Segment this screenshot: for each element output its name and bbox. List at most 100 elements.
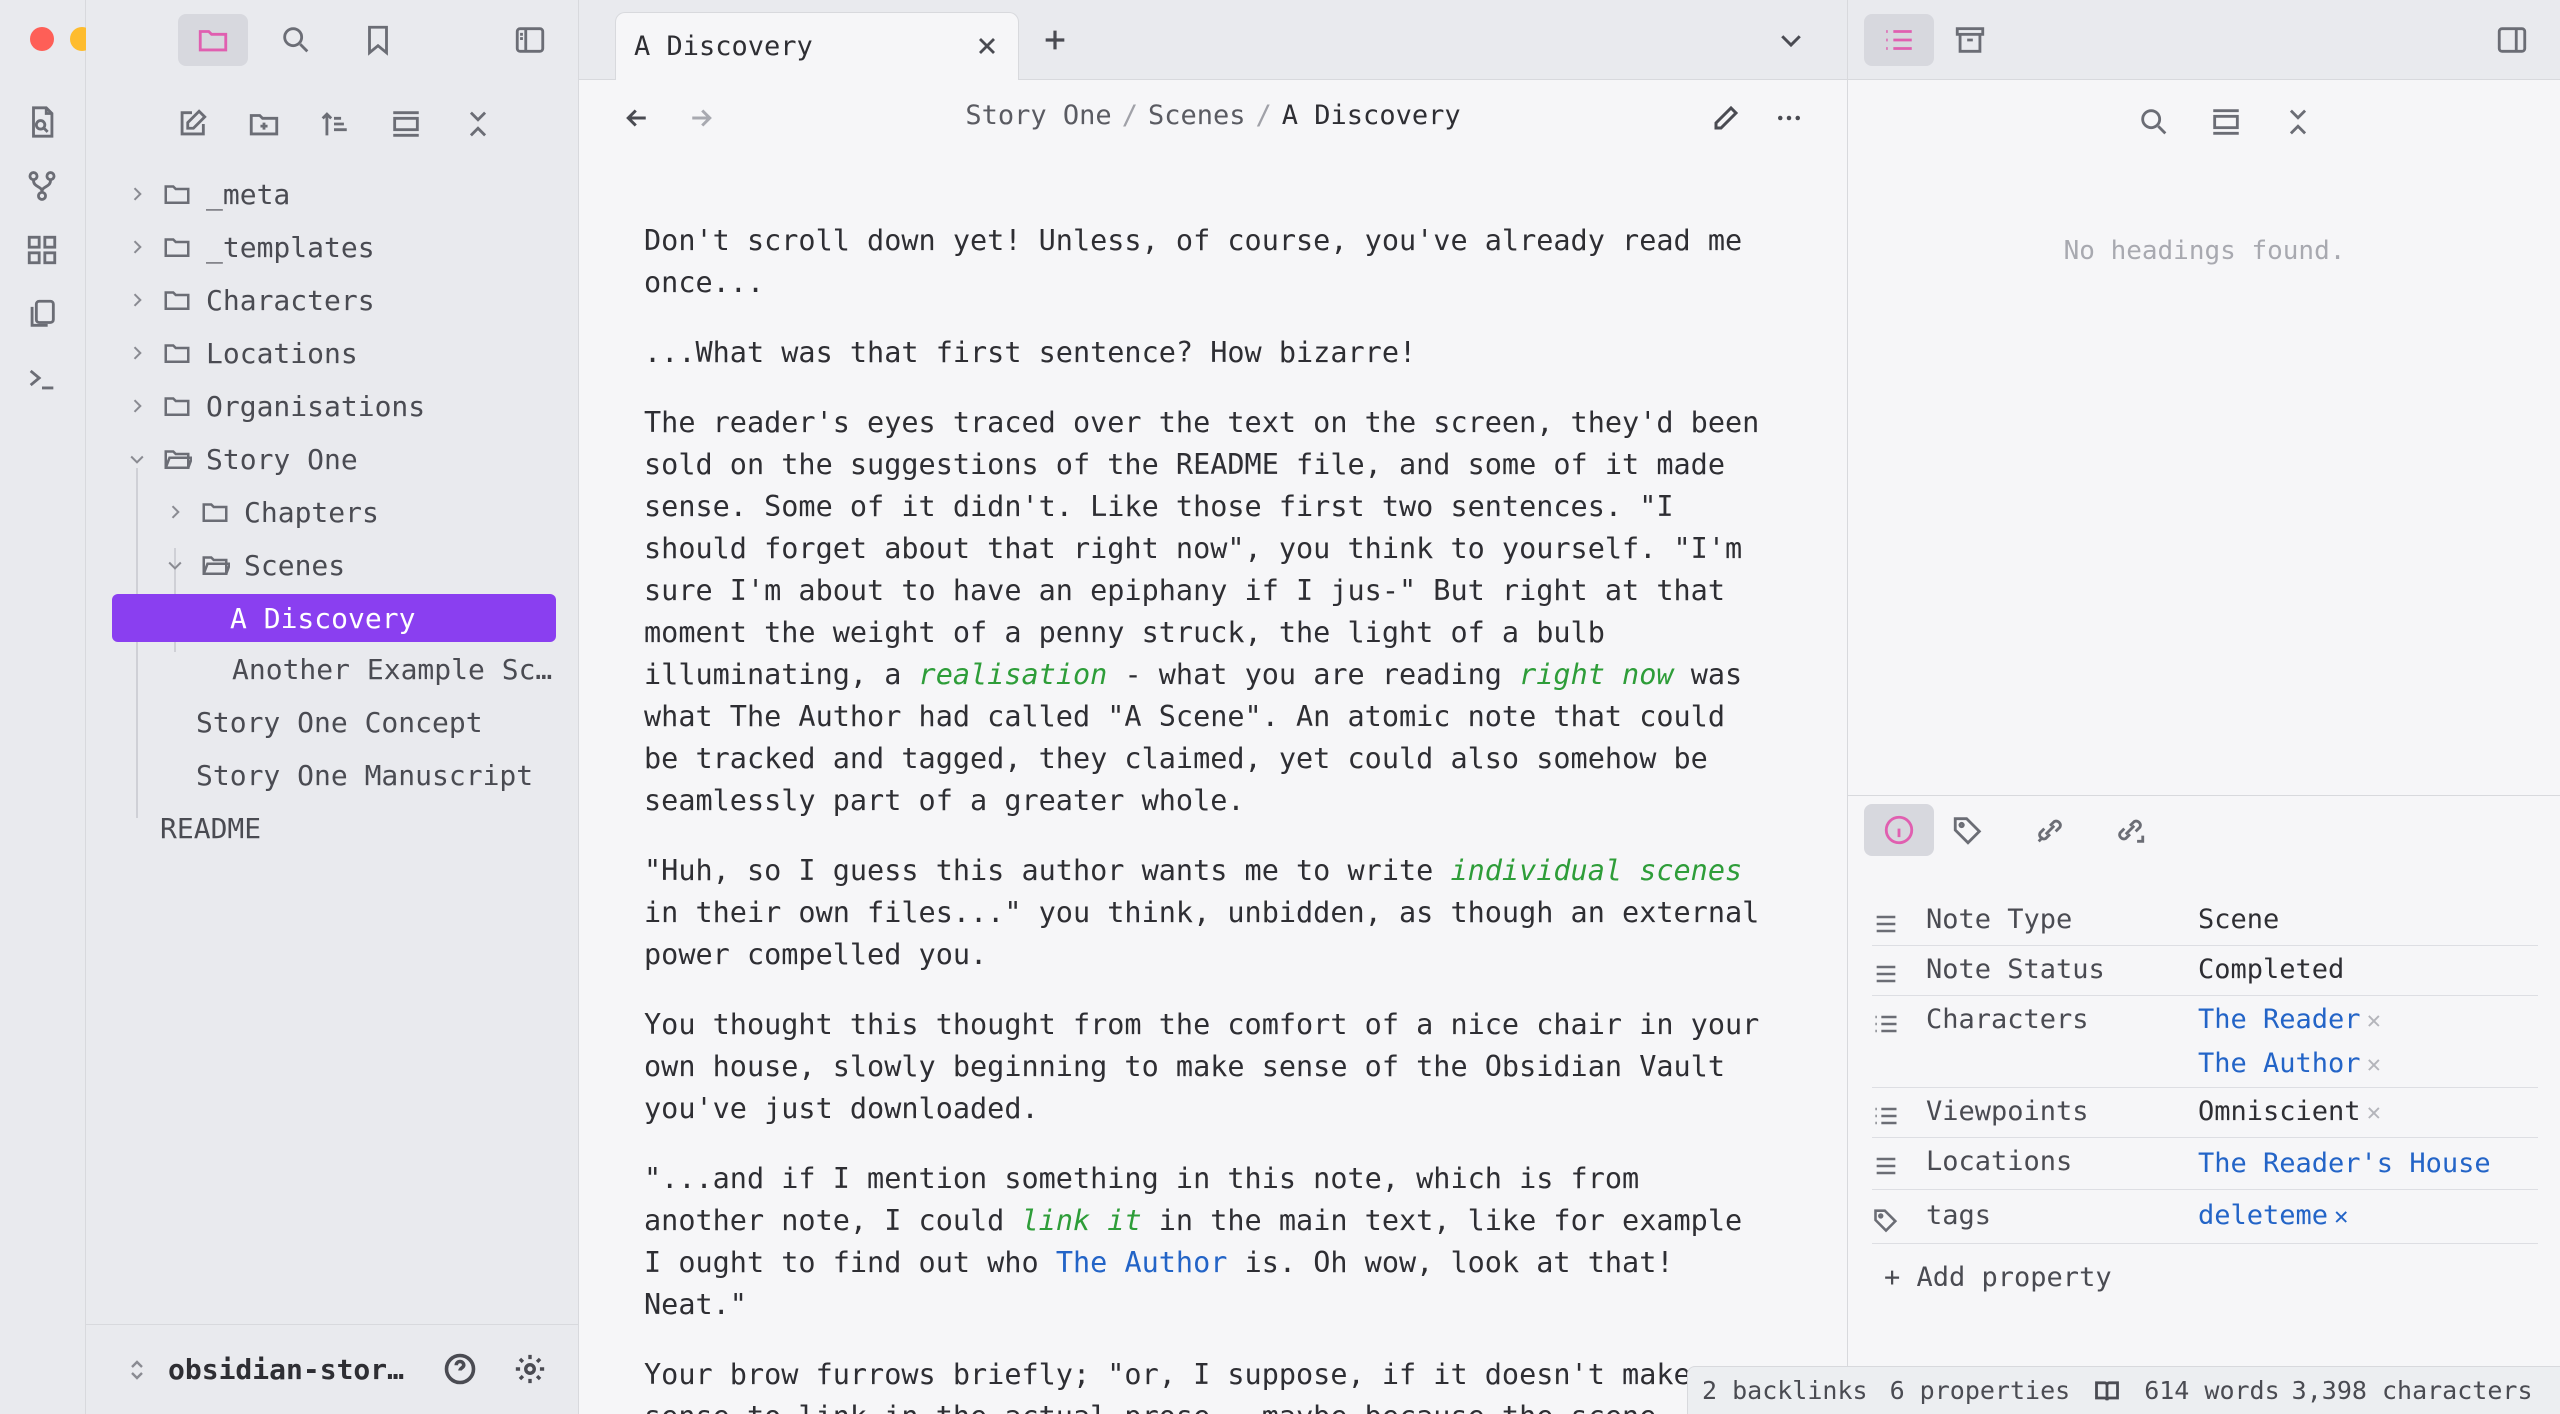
- tree-file-story-one-concept[interactable]: Story One Concept: [196, 700, 483, 744]
- backlinks-tab-button[interactable]: [2026, 806, 2074, 854]
- file-info-tab-button[interactable]: [1864, 804, 1934, 856]
- breadcrumb-separator: /: [1121, 100, 1138, 131]
- right-sidebar: No headings found. Note Type Scene Note …: [1847, 0, 2560, 1414]
- note-content[interactable]: Don't scroll down yet! Unless, of course…: [644, 220, 1774, 1414]
- property-key: Note Type: [1926, 904, 2073, 935]
- tree-file-a-discovery[interactable]: A Discovery: [112, 594, 556, 642]
- tree-folder-locations[interactable]: Locations: [126, 331, 358, 375]
- emphasis-text: right now: [1519, 658, 1674, 691]
- outline-search-button[interactable]: [2130, 98, 2178, 146]
- breadcrumb-item[interactable]: Story One: [965, 100, 1111, 131]
- outline-tab-button[interactable]: [1864, 14, 1934, 66]
- tree-folder-chapters[interactable]: Chapters: [164, 490, 379, 534]
- remove-value-icon[interactable]: ✕: [2367, 1050, 2381, 1078]
- edit-mode-button[interactable]: [1706, 98, 1746, 138]
- property-note-status[interactable]: Note Status Completed: [1872, 952, 2538, 996]
- files-tab-button[interactable]: [178, 14, 248, 66]
- breadcrumb-current[interactable]: A Discovery: [1282, 100, 1461, 131]
- value-text: Omniscient: [2198, 1096, 2361, 1127]
- property-characters[interactable]: Characters The Reader ✕ The Author ✕: [1872, 1002, 2538, 1088]
- text-property-icon: [1872, 960, 1902, 990]
- tree-file-readme[interactable]: README: [160, 806, 261, 850]
- tree-folder-characters[interactable]: Characters: [126, 278, 375, 322]
- new-folder-button[interactable]: [240, 100, 288, 148]
- property-value-link[interactable]: The Reader's House: [2198, 1148, 2491, 1179]
- bookmark-icon: [368, 25, 388, 56]
- editor-tab-bar: A Discovery: [579, 0, 1847, 80]
- auto-reveal-button[interactable]: [382, 100, 430, 148]
- property-value[interactable]: Omniscient ✕: [2198, 1096, 2381, 1127]
- tree-file-another-example-scene[interactable]: Another Example Sc…: [232, 647, 552, 691]
- backlinks-count[interactable]: 2 backlinks: [1702, 1376, 1868, 1405]
- text-run: - what you are reading: [1107, 658, 1520, 691]
- chevron-down-icon: [164, 554, 186, 576]
- tag-pill[interactable]: deleteme ✕: [2198, 1200, 2349, 1231]
- paragraph: Don't scroll down yet! Unless, of course…: [644, 224, 1743, 299]
- archive-tab-button[interactable]: [1946, 16, 1994, 64]
- collapse-all-icon: [469, 111, 487, 137]
- help-button[interactable]: [440, 1349, 480, 1389]
- property-viewpoints[interactable]: Viewpoints Omniscient ✕: [1872, 1094, 2538, 1138]
- tags-icon: [1953, 817, 1982, 845]
- sort-button[interactable]: [310, 100, 358, 148]
- add-property-button[interactable]: + Add property: [1884, 1262, 2112, 1293]
- tab-a-discovery[interactable]: A Discovery: [615, 12, 1019, 80]
- tree-item-label: Another Example Sc…: [232, 652, 553, 686]
- properties-count[interactable]: 6 properties: [1890, 1376, 2071, 1405]
- collapse-right-sidebar-button[interactable]: [2488, 16, 2536, 64]
- internal-link[interactable]: The Author: [1056, 1246, 1228, 1279]
- tree-item-label: Scenes: [244, 548, 346, 582]
- property-value[interactable]: Scene: [2198, 904, 2279, 935]
- open-quick-switcher-icon[interactable]: [22, 102, 62, 142]
- terminal-icon[interactable]: [22, 358, 62, 398]
- help-icon: [444, 1353, 476, 1385]
- outline-expand-button[interactable]: [2202, 98, 2250, 146]
- collapse-sidebar-button[interactable]: [506, 16, 554, 64]
- canvas-icon[interactable]: [22, 230, 62, 270]
- new-note-button[interactable]: [168, 100, 216, 148]
- reading-book-icon[interactable]: [2092, 1376, 2122, 1406]
- emphasis-text: link it: [1021, 1204, 1142, 1237]
- new-folder-icon: [249, 114, 279, 136]
- breadcrumb-item[interactable]: Scenes: [1148, 100, 1246, 131]
- status-bar: 2 backlinks 6 properties 614 words 3,398…: [1687, 1366, 2560, 1414]
- bookmarks-tab-button[interactable]: [354, 16, 402, 64]
- new-tab-button[interactable]: [1035, 20, 1075, 60]
- remove-value-icon[interactable]: ✕: [2367, 1098, 2381, 1126]
- collapse-all-button[interactable]: [454, 100, 502, 148]
- tree-folder-organisations[interactable]: Organisations: [126, 384, 425, 428]
- templates-icon[interactable]: [22, 294, 62, 334]
- property-value-link[interactable]: The Reader ✕: [2198, 1004, 2381, 1035]
- close-window-button[interactable]: [30, 27, 54, 51]
- remove-tag-icon[interactable]: ✕: [2334, 1202, 2348, 1230]
- tab-title: A Discovery: [634, 31, 813, 62]
- property-key: Viewpoints: [1926, 1096, 2089, 1127]
- tree-folder-story-one[interactable]: Story One: [126, 437, 358, 481]
- settings-button[interactable]: [510, 1349, 550, 1389]
- property-value-link[interactable]: The Author ✕: [2198, 1048, 2381, 1079]
- property-value[interactable]: Completed: [2198, 954, 2344, 985]
- property-locations[interactable]: Locations The Reader's House: [1872, 1144, 2538, 1190]
- vault-name[interactable]: obsidian-stor…: [168, 1353, 404, 1386]
- property-tags[interactable]: tags deleteme ✕: [1872, 1198, 2538, 1244]
- graph-view-icon[interactable]: [22, 166, 62, 206]
- tree-file-story-one-manuscript[interactable]: Story One Manuscript: [196, 753, 533, 797]
- tags-tab-button[interactable]: [1944, 806, 1992, 854]
- pencil-icon: [1714, 105, 1739, 130]
- search-tab-button[interactable]: [272, 16, 320, 64]
- tree-folder-templates[interactable]: _templates: [126, 225, 375, 269]
- tree-folder-scenes[interactable]: Scenes: [164, 543, 345, 587]
- tree-folder-meta[interactable]: _meta: [126, 172, 290, 216]
- outgoing-links-tab-button[interactable]: [2106, 806, 2154, 854]
- outline-collapse-button[interactable]: [2274, 98, 2322, 146]
- sidebar-tab-bar: [86, 0, 579, 80]
- chevron-right-icon: [126, 395, 148, 417]
- link-text: The Reader: [2198, 1004, 2361, 1035]
- tab-list-button[interactable]: [1771, 20, 1811, 60]
- more-options-button[interactable]: [1769, 98, 1809, 138]
- folder-open-icon: [200, 550, 230, 580]
- vault-switch-chevron-icon[interactable]: [122, 1353, 152, 1387]
- property-note-type[interactable]: Note Type Scene: [1872, 902, 2538, 946]
- tab-close-button[interactable]: [972, 31, 1002, 61]
- remove-value-icon[interactable]: ✕: [2367, 1006, 2381, 1034]
